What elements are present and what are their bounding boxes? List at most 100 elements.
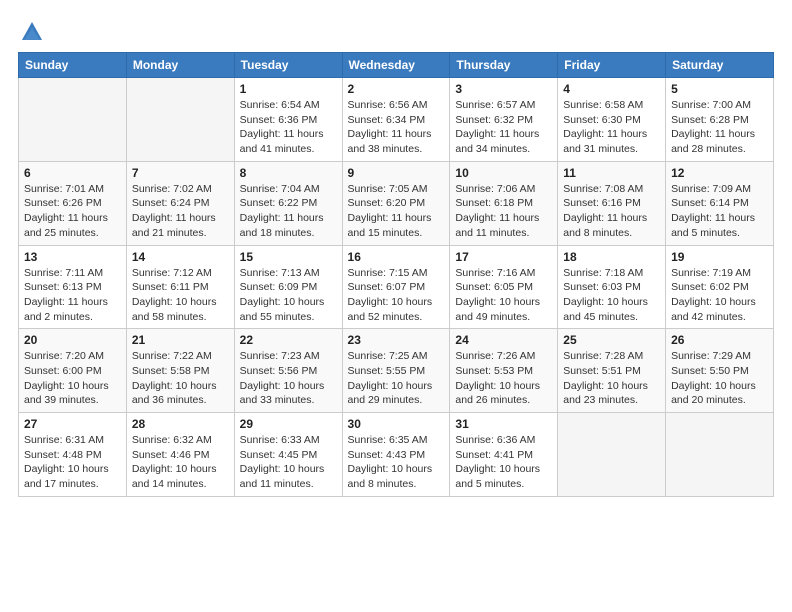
day-number: 20 <box>24 333 121 347</box>
day-number: 12 <box>671 166 768 180</box>
day-info: Sunrise: 6:36 AMSunset: 4:41 PMDaylight:… <box>455 433 552 492</box>
calendar-cell: 9 Sunrise: 7:05 AMSunset: 6:20 PMDaylight… <box>342 161 450 245</box>
day-number: 18 <box>563 250 660 264</box>
calendar-cell: 5Sunrise: 7:00 AMSunset: 6:28 PMDaylight… <box>666 78 774 162</box>
day-info: Sunrise: 7:16 AMSunset: 6:05 PMDaylight:… <box>455 266 552 325</box>
weekday-header-wednesday: Wednesday <box>342 53 450 78</box>
calendar-cell: 7Sunrise: 7:02 AMSunset: 6:24 PMDaylight… <box>126 161 234 245</box>
calendar-cell: 22 Sunrise: 7:23 AMSunset: 5:56 PMDayligh… <box>234 329 342 413</box>
calendar-cell <box>558 413 666 497</box>
weekday-header-thursday: Thursday <box>450 53 558 78</box>
calendar-cell <box>19 78 127 162</box>
calendar-cell: 11Sunrise: 7:08 AMSunset: 6:16 PMDayligh… <box>558 161 666 245</box>
calendar-cell: 14Sunrise: 7:12 AMSunset: 6:11 PMDayligh… <box>126 245 234 329</box>
day-number: 29 <box>240 417 337 431</box>
day-number: 5 <box>671 82 768 96</box>
day-number: 31 <box>455 417 552 431</box>
day-number: 1 <box>240 82 337 96</box>
calendar: SundayMondayTuesdayWednesdayThursdayFrid… <box>18 52 774 497</box>
calendar-cell: 16 Sunrise: 7:15 AMSunset: 6:07 PMDayligh… <box>342 245 450 329</box>
day-info: Sunrise: 7:26 AMSunset: 5:53 PMDaylight:… <box>455 349 552 408</box>
day-number: 2 <box>348 82 445 96</box>
calendar-cell: 6 Sunrise: 7:01 AMSunset: 6:26 PMDaylight… <box>19 161 127 245</box>
day-info: Sunrise: 7:18 AMSunset: 6:03 PMDaylight:… <box>563 266 660 325</box>
day-info: Sunrise: 7:28 AMSunset: 5:51 PMDaylight:… <box>563 349 660 408</box>
day-number: 28 <box>132 417 229 431</box>
calendar-cell: 19 Sunrise: 7:19 AMSunset: 6:02 PMDayligh… <box>666 245 774 329</box>
day-number: 8 <box>240 166 337 180</box>
day-info: Sunrise: 7:23 AMSunset: 5:56 PMDaylight:… <box>240 349 337 408</box>
day-number: 11 <box>563 166 660 180</box>
calendar-cell: 15 Sunrise: 7:13 AMSunset: 6:09 PMDayligh… <box>234 245 342 329</box>
logo-icon <box>18 18 46 46</box>
calendar-cell: 23Sunrise: 7:25 AMSunset: 5:55 PMDayligh… <box>342 329 450 413</box>
page: SundayMondayTuesdayWednesdayThursdayFrid… <box>0 0 792 507</box>
day-number: 3 <box>455 82 552 96</box>
weekday-header-saturday: Saturday <box>666 53 774 78</box>
calendar-cell: 10Sunrise: 7:06 AMSunset: 6:18 PMDayligh… <box>450 161 558 245</box>
day-info: Sunrise: 7:20 AMSunset: 6:00 PMDaylight:… <box>24 349 121 408</box>
day-info: Sunrise: 7:22 AMSunset: 5:58 PMDaylight:… <box>132 349 229 408</box>
day-number: 22 <box>240 333 337 347</box>
day-number: 15 <box>240 250 337 264</box>
day-info: Sunrise: 6:54 AMSunset: 6:36 PMDaylight:… <box>240 98 337 157</box>
day-info: Sunrise: 7:01 AMSunset: 6:26 PMDaylight:… <box>24 182 121 241</box>
day-number: 19 <box>671 250 768 264</box>
day-number: 16 <box>348 250 445 264</box>
week-row-4: 27 Sunrise: 6:31 AMSunset: 4:48 PMDayligh… <box>19 413 774 497</box>
day-number: 4 <box>563 82 660 96</box>
week-row-0: 1 Sunrise: 6:54 AMSunset: 6:36 PMDaylight… <box>19 78 774 162</box>
calendar-header: SundayMondayTuesdayWednesdayThursdayFrid… <box>19 53 774 78</box>
day-number: 30 <box>348 417 445 431</box>
logo <box>18 18 50 46</box>
calendar-cell: 31 Sunrise: 6:36 AMSunset: 4:41 PMDayligh… <box>450 413 558 497</box>
week-row-3: 20 Sunrise: 7:20 AMSunset: 6:00 PMDayligh… <box>19 329 774 413</box>
day-info: Sunrise: 6:57 AMSunset: 6:32 PMDaylight:… <box>455 98 552 157</box>
weekday-row: SundayMondayTuesdayWednesdayThursdayFrid… <box>19 53 774 78</box>
calendar-cell: 21 Sunrise: 7:22 AMSunset: 5:58 PMDayligh… <box>126 329 234 413</box>
day-number: 17 <box>455 250 552 264</box>
week-row-1: 6 Sunrise: 7:01 AMSunset: 6:26 PMDaylight… <box>19 161 774 245</box>
day-number: 25 <box>563 333 660 347</box>
calendar-cell: 4Sunrise: 6:58 AMSunset: 6:30 PMDaylight… <box>558 78 666 162</box>
calendar-cell: 13 Sunrise: 7:11 AMSunset: 6:13 PMDayligh… <box>19 245 127 329</box>
day-number: 6 <box>24 166 121 180</box>
day-info: Sunrise: 6:35 AMSunset: 4:43 PMDaylight:… <box>348 433 445 492</box>
day-info: Sunrise: 7:15 AMSunset: 6:07 PMDaylight:… <box>348 266 445 325</box>
week-row-2: 13 Sunrise: 7:11 AMSunset: 6:13 PMDayligh… <box>19 245 774 329</box>
day-number: 9 <box>348 166 445 180</box>
calendar-cell: 30 Sunrise: 6:35 AMSunset: 4:43 PMDayligh… <box>342 413 450 497</box>
day-info: Sunrise: 7:13 AMSunset: 6:09 PMDaylight:… <box>240 266 337 325</box>
day-number: 27 <box>24 417 121 431</box>
weekday-header-friday: Friday <box>558 53 666 78</box>
day-info: Sunrise: 7:06 AMSunset: 6:18 PMDaylight:… <box>455 182 552 241</box>
day-info: Sunrise: 6:32 AMSunset: 4:46 PMDaylight:… <box>132 433 229 492</box>
day-info: Sunrise: 7:09 AMSunset: 6:14 PMDaylight:… <box>671 182 768 241</box>
day-info: Sunrise: 7:04 AMSunset: 6:22 PMDaylight:… <box>240 182 337 241</box>
calendar-cell: 29 Sunrise: 6:33 AMSunset: 4:45 PMDayligh… <box>234 413 342 497</box>
day-number: 13 <box>24 250 121 264</box>
day-info: Sunrise: 6:33 AMSunset: 4:45 PMDaylight:… <box>240 433 337 492</box>
day-info: Sunrise: 6:31 AMSunset: 4:48 PMDaylight:… <box>24 433 121 492</box>
day-number: 23 <box>348 333 445 347</box>
day-info: Sunrise: 7:19 AMSunset: 6:02 PMDaylight:… <box>671 266 768 325</box>
calendar-cell: 20 Sunrise: 7:20 AMSunset: 6:00 PMDayligh… <box>19 329 127 413</box>
calendar-cell: 3 Sunrise: 6:57 AMSunset: 6:32 PMDaylight… <box>450 78 558 162</box>
weekday-header-monday: Monday <box>126 53 234 78</box>
day-number: 21 <box>132 333 229 347</box>
day-info: Sunrise: 7:05 AMSunset: 6:20 PMDaylight:… <box>348 182 445 241</box>
calendar-cell: 1 Sunrise: 6:54 AMSunset: 6:36 PMDaylight… <box>234 78 342 162</box>
day-number: 26 <box>671 333 768 347</box>
day-info: Sunrise: 7:11 AMSunset: 6:13 PMDaylight:… <box>24 266 121 325</box>
weekday-header-sunday: Sunday <box>19 53 127 78</box>
calendar-cell: 27 Sunrise: 6:31 AMSunset: 4:48 PMDayligh… <box>19 413 127 497</box>
day-info: Sunrise: 6:56 AMSunset: 6:34 PMDaylight:… <box>348 98 445 157</box>
calendar-cell: 2 Sunrise: 6:56 AMSunset: 6:34 PMDaylight… <box>342 78 450 162</box>
calendar-cell: 25 Sunrise: 7:28 AMSunset: 5:51 PMDayligh… <box>558 329 666 413</box>
calendar-body: 1 Sunrise: 6:54 AMSunset: 6:36 PMDaylight… <box>19 78 774 497</box>
calendar-cell: 26 Sunrise: 7:29 AMSunset: 5:50 PMDayligh… <box>666 329 774 413</box>
calendar-cell: 28 Sunrise: 6:32 AMSunset: 4:46 PMDayligh… <box>126 413 234 497</box>
day-info: Sunrise: 7:29 AMSunset: 5:50 PMDaylight:… <box>671 349 768 408</box>
weekday-header-tuesday: Tuesday <box>234 53 342 78</box>
day-number: 7 <box>132 166 229 180</box>
